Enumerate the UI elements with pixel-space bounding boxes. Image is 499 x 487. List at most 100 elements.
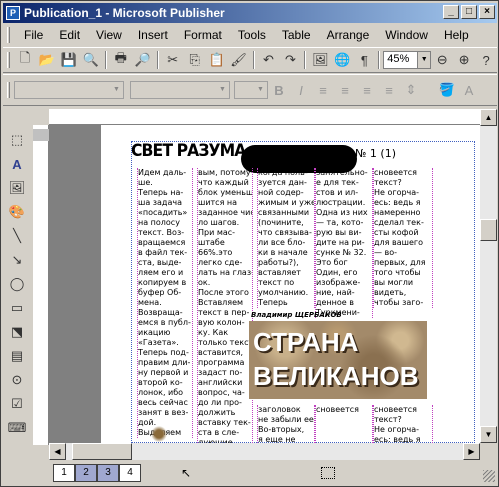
scroll-down-icon[interactable]: ▼	[480, 426, 497, 443]
minimize-button[interactable]: _	[443, 5, 459, 19]
paste-icon[interactable]: 📋	[206, 49, 228, 71]
page-tab-3[interactable]: 3	[97, 464, 119, 482]
masthead-title[interactable]: СВЕТ РАЗУМА	[131, 141, 246, 161]
menu-arrange[interactable]: Arrange	[319, 28, 378, 42]
print-icon[interactable]: 🖶	[110, 49, 132, 71]
open-icon[interactable]: 📂	[36, 49, 58, 71]
horizontal-scrollbar[interactable]: ◀ ▶	[49, 443, 480, 460]
search-icon[interactable]: 🔍	[80, 49, 102, 71]
text-column-5[interactable]: сновеется текст? Не огорча- есь: ведь я …	[373, 168, 433, 308]
horizontal-ruler[interactable]	[49, 109, 480, 125]
html-fragment-icon[interactable]: ⌨	[6, 417, 28, 439]
style-combo[interactable]: ▼	[14, 81, 124, 99]
page-tab-1[interactable]: 1	[53, 464, 75, 482]
chevron-down-icon: ▼	[113, 86, 120, 93]
text-column-1[interactable]: Идем даль- ше. Теперь на- ша задача «пос…	[137, 168, 193, 438]
picture-frame-icon[interactable]: 🖼	[6, 177, 28, 199]
help-icon[interactable]: ?	[475, 49, 497, 71]
align-center-icon[interactable]: ≡	[334, 79, 356, 101]
format-painter-icon[interactable]: 🖌	[228, 49, 250, 71]
chevron-down-icon: ▼	[219, 86, 226, 93]
scroll-up-icon[interactable]: ▲	[480, 109, 497, 126]
redo-icon[interactable]: ↷	[279, 49, 301, 71]
publication-workspace[interactable]: СВЕТ РАЗУМА № 1 (1) Идем даль- ше. Тепер…	[49, 125, 480, 443]
new-icon[interactable]: 🗋	[14, 49, 36, 71]
menu-insert[interactable]: Insert	[130, 28, 176, 42]
hyperlink-icon[interactable]: 🌐	[331, 49, 353, 71]
align-justify-icon[interactable]: ≡	[378, 79, 400, 101]
text-box-icon[interactable]: A	[6, 153, 28, 175]
fill-color-icon[interactable]: 🪣	[436, 79, 458, 101]
line-tool-icon[interactable]: ╲	[6, 225, 28, 247]
select-objects-icon[interactable]: ⬚	[6, 129, 28, 151]
save-icon[interactable]: 💾	[58, 49, 80, 71]
form-control-icon[interactable]: ☑	[6, 393, 28, 415]
menu-help[interactable]: Help	[436, 28, 477, 42]
vertical-ruler[interactable]	[33, 125, 49, 445]
vertical-scroll-thumb[interactable]	[480, 219, 497, 241]
hot-spot-icon[interactable]: ⊙	[6, 369, 28, 391]
page-navigator: 1 2 3 4	[53, 464, 141, 482]
maximize-button[interactable]: □	[461, 5, 477, 19]
undo-icon[interactable]: ↶	[258, 49, 280, 71]
align-left-icon[interactable]: ≡	[312, 79, 334, 101]
oval-tool-icon[interactable]: ◯	[6, 273, 28, 295]
cut-icon[interactable]: ✂	[162, 49, 184, 71]
print-preview-icon[interactable]: 🔎	[132, 49, 154, 71]
text-column-3[interactable]: когда поль- зуется дан- ной содер- жимым…	[257, 168, 315, 308]
page-tab-2[interactable]: 2	[75, 464, 97, 482]
horizontal-scroll-thumb[interactable]	[72, 443, 132, 460]
close-button[interactable]: ×	[479, 5, 495, 19]
menu-format[interactable]: Format	[176, 28, 230, 42]
clip-art-icon[interactable]: 🎨	[6, 201, 28, 223]
page-tab-4[interactable]: 4	[119, 464, 141, 482]
standard-toolbar: 🗋 📂 💾 🔍 🖶 🔎 ✂ ⎘ 📋 🖌 ↶ ↷ 🖼 🌐 ¶ 45% ▼ ⊖ ⊕ ?	[3, 47, 497, 73]
text-column-2[interactable]: вым, потому что каждый блок уменьш- шитс…	[197, 168, 253, 443]
zoom-combo[interactable]: 45% ▼	[383, 51, 432, 69]
line-spacing-icon[interactable]: ⇕	[400, 79, 422, 101]
zoom-out-icon[interactable]: ⊖	[431, 49, 453, 71]
pilcrow-icon[interactable]: ¶	[353, 49, 375, 71]
menu-window[interactable]: Window	[377, 28, 436, 42]
insert-picture-icon[interactable]: 🖼	[309, 49, 331, 71]
menu-edit[interactable]: Edit	[51, 28, 88, 42]
menu-bar: File Edit View Insert Format Tools Table…	[3, 25, 497, 45]
ruler-marker	[33, 129, 49, 141]
text-column-5-continued[interactable]: сновеется текст? Не огорча- есь: ведь я	[373, 405, 433, 443]
arrow-tool-icon[interactable]: ↘	[6, 249, 28, 271]
resize-grip-icon[interactable]	[483, 470, 495, 482]
font-color-icon[interactable]: A	[458, 79, 480, 101]
scroll-right-icon[interactable]: ▶	[463, 443, 480, 460]
newspaper-page[interactable]: СВЕТ РАЗУМА № 1 (1) Идем даль- ше. Тепер…	[101, 125, 480, 443]
menu-file[interactable]: File	[16, 28, 51, 42]
headline-banner[interactable]: СТРАНА ВЕЛИКАНОВ	[249, 321, 427, 399]
publisher-window: P Publication_1 - Microsoft Publisher _ …	[0, 0, 499, 487]
menu-view[interactable]: View	[88, 28, 130, 42]
text-column-3-continued[interactable]: заголовок не забыли ее. Во-вторых, я еще…	[257, 405, 315, 443]
font-size-combo[interactable]: ▼	[234, 81, 268, 99]
design-gallery-icon[interactable]: ▤	[6, 345, 28, 367]
text-column-4-continued[interactable]: сновеется	[315, 405, 373, 443]
copy-icon[interactable]: ⎘	[184, 49, 206, 71]
illustration-figure[interactable]	[149, 425, 169, 443]
menu-tools[interactable]: Tools	[230, 28, 274, 42]
autoshapes-icon[interactable]: ⬔	[6, 321, 28, 343]
bold-icon[interactable]: B	[268, 79, 290, 101]
italic-icon[interactable]: I	[290, 79, 312, 101]
author-byline[interactable]: Владимир ЩЕРБАКОВ	[251, 311, 342, 319]
scroll-left-icon[interactable]: ◀	[49, 443, 66, 460]
font-combo[interactable]: ▼	[130, 81, 230, 99]
zoom-in-icon[interactable]: ⊕	[453, 49, 475, 71]
rectangle-tool-icon[interactable]: ▭	[6, 297, 28, 319]
menu-grip	[7, 27, 10, 43]
text-column-4[interactable]: занятельно- е для тек- стов и ил- люстра…	[315, 168, 373, 318]
cursor-position-icon: ↖	[181, 466, 192, 480]
align-right-icon[interactable]: ≡	[356, 79, 378, 101]
menu-table[interactable]: Table	[274, 28, 319, 42]
title-bar: P Publication_1 - Microsoft Publisher _ …	[3, 3, 497, 23]
status-bar: 1 2 3 4 ↖	[3, 462, 497, 484]
zoom-value: 45%	[387, 53, 410, 65]
banner-line-1: СТРАНА	[253, 327, 359, 357]
issue-number[interactable]: № 1 (1)	[355, 147, 396, 160]
vertical-scrollbar[interactable]: ▲ ▼	[480, 109, 497, 443]
